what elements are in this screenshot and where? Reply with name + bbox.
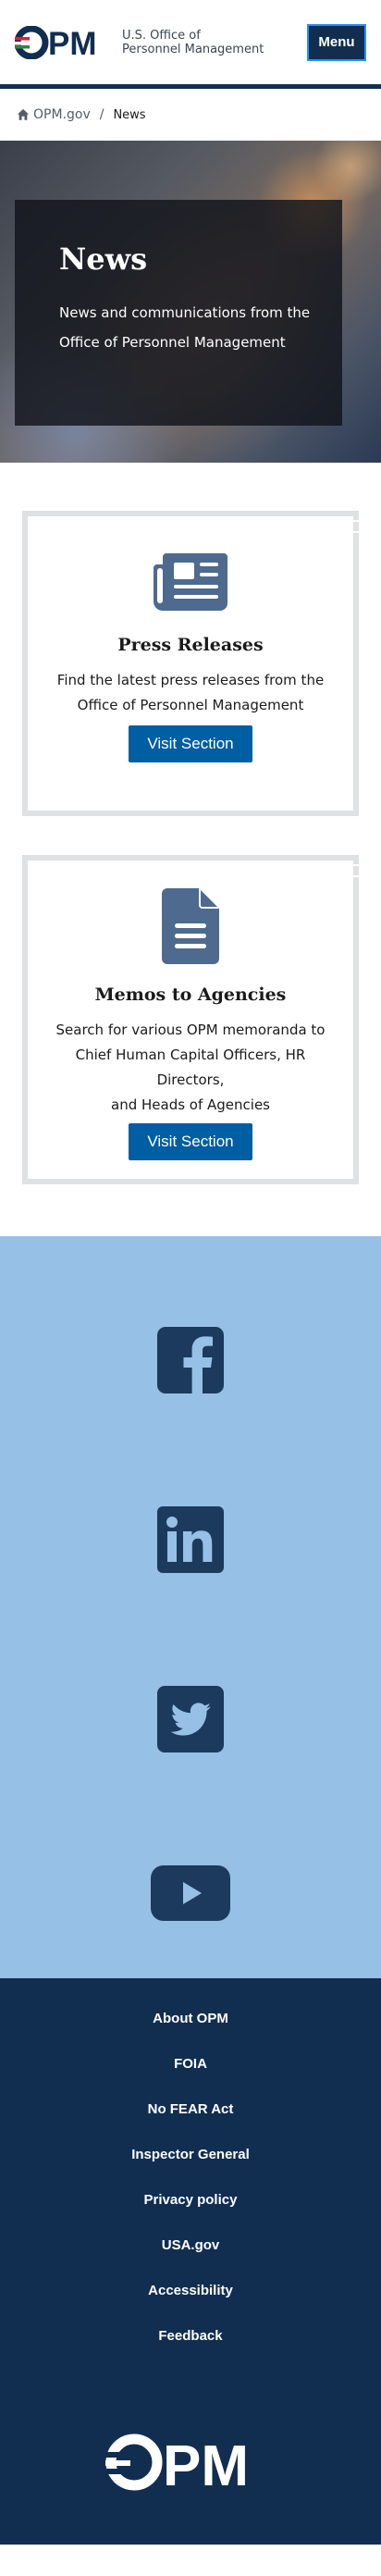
youtube-icon <box>151 1865 230 1921</box>
agency-name: U.S. Office of Personnel Management <box>122 29 264 56</box>
hero-banner: News News and communications from the Of… <box>0 141 381 463</box>
site-header: PM U.S. Office of Personnel Management M… <box>0 0 381 89</box>
memos-to-agencies-card: Memos to Agencies Search for various OPM… <box>22 855 359 1184</box>
card-description-line: Office of Personnel Management <box>77 697 304 713</box>
footer-link-no-fear-act[interactable]: No FEAR Act <box>148 2101 234 2117</box>
hero-description-line2: Office of Personnel Management <box>59 334 286 351</box>
twitter-link[interactable] <box>157 1686 224 1865</box>
breadcrumb-separator: / <box>99 107 104 122</box>
social-item <box>0 1506 381 1686</box>
footer-link-item: Feedback <box>0 2327 381 2372</box>
footer-link-foia[interactable]: FOIA <box>174 2056 207 2072</box>
footer-link-inspector-general[interactable]: Inspector General <box>131 2147 250 2162</box>
visit-section-button[interactable]: Visit Section <box>129 1123 252 1160</box>
footer-link-feedback[interactable]: Feedback <box>158 2328 222 2344</box>
card-title: Press Releases <box>117 635 264 655</box>
section-cards: Press Releases Find the latest press rel… <box>0 463 381 1236</box>
document-icon <box>28 888 353 964</box>
breadcrumb-home-label: OPM.gov <box>33 107 91 122</box>
footer-links: About OPM FOIA No FEAR Act Inspector Gen… <box>0 2010 381 2372</box>
card-description-line: Find the latest press releases from the <box>56 672 325 688</box>
card-description-line: and Heads of Agencies <box>111 1096 270 1113</box>
svg-text:PM: PM <box>163 2434 249 2491</box>
svg-text:PM: PM <box>48 26 97 59</box>
press-releases-card: Press Releases Find the latest press rel… <box>22 511 359 816</box>
card-description-line: Search for various OPM memoranda to <box>55 1022 326 1038</box>
footer-link-item: Inspector General <box>0 2146 381 2191</box>
agency-name-line2: Personnel Management <box>122 42 264 56</box>
footer-opm-logo[interactable]: PM <box>0 2434 381 2491</box>
opm-logo[interactable]: PM U.S. Office of Personnel Management <box>15 25 264 59</box>
footer-link-item: Accessibility <box>0 2282 381 2327</box>
twitter-icon <box>157 1686 224 1752</box>
card-title: Memos to Agencies <box>94 985 287 1005</box>
facebook-link[interactable] <box>157 1327 224 1506</box>
card-corner-mark <box>351 520 359 522</box>
card-corner-mark <box>351 864 359 866</box>
hero-description-line1: News and communications from the <box>59 304 311 321</box>
hero-description: News and communications from the Office … <box>59 298 314 357</box>
card-corner-mark <box>351 875 359 877</box>
visit-section-button[interactable]: Visit Section <box>129 725 252 762</box>
social-links <box>0 1236 381 1978</box>
breadcrumb-current: News <box>113 107 146 122</box>
card-description: Search for various OPM memoranda to Chie… <box>28 1018 353 1118</box>
hero-text-box: News News and communications from the Of… <box>15 200 342 426</box>
opm-logo-mark-icon: PM <box>15 25 97 59</box>
newspaper-icon <box>28 548 353 613</box>
footer-link-accessibility[interactable]: Accessibility <box>148 2283 233 2298</box>
agency-name-line1: U.S. Office of <box>122 28 201 43</box>
facebook-icon <box>157 1327 224 1393</box>
footer-link-usa-gov[interactable]: USA.gov <box>162 2237 220 2253</box>
card-description: Find the latest press releases from the … <box>28 668 353 718</box>
footer-link-item: FOIA <box>0 2055 381 2100</box>
home-icon <box>17 108 30 120</box>
menu-button[interactable]: Menu <box>307 23 366 61</box>
footer-link-item: Privacy policy <box>0 2191 381 2236</box>
card-description-line: Chief Human Capital Officers, HR Directo… <box>75 1046 306 1088</box>
opm-logo-mark-icon: PM <box>105 2434 249 2491</box>
footer-link-about[interactable]: About OPM <box>153 2011 228 2026</box>
footer-link-item: No FEAR Act <box>0 2100 381 2146</box>
social-item <box>0 1686 381 1865</box>
social-item <box>0 1327 381 1506</box>
footer-link-privacy[interactable]: Privacy policy <box>144 2192 238 2208</box>
linkedin-link[interactable] <box>157 1506 224 1686</box>
page-title: News <box>59 242 148 277</box>
site-footer: About OPM FOIA No FEAR Act Inspector Gen… <box>0 1978 381 2545</box>
linkedin-icon <box>157 1506 224 1573</box>
breadcrumb-home-link[interactable]: OPM.gov <box>17 107 91 122</box>
breadcrumb: OPM.gov / News <box>0 89 381 141</box>
footer-link-item: USA.gov <box>0 2236 381 2282</box>
card-corner-mark <box>351 531 359 533</box>
